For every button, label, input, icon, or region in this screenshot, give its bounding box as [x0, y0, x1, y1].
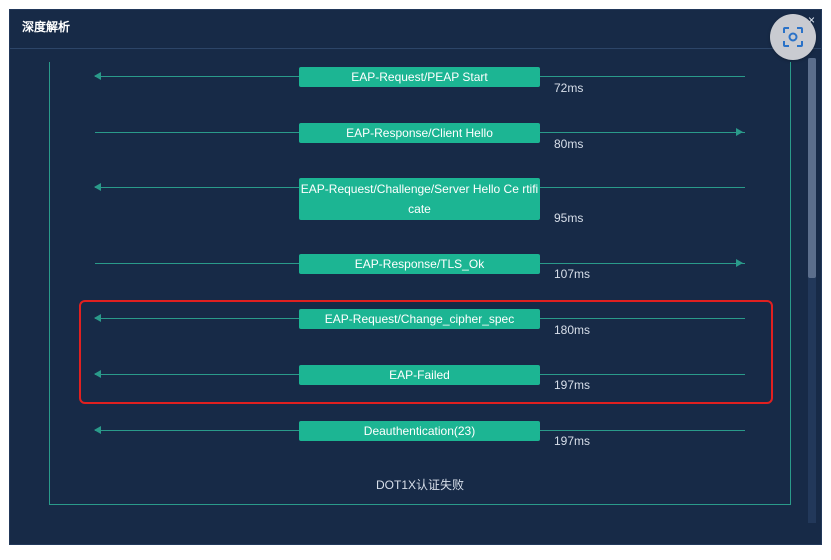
message-box: EAP-Request/Challenge/Server Hello Ce rt…: [299, 178, 540, 220]
message-time: 197ms: [554, 434, 591, 448]
message-box: Deauthentication(23): [299, 421, 540, 441]
title-divider: [10, 48, 821, 49]
arrow-right-icon: [736, 259, 743, 267]
message-box: EAP-Request/PEAP Start: [299, 67, 540, 87]
scrollbar-thumb[interactable]: [808, 58, 816, 278]
message-box: EAP-Response/Client Hello: [299, 123, 540, 143]
scan-icon-glyph: [783, 27, 803, 47]
message-time: 80ms: [554, 137, 584, 151]
dialog-title: 深度解析: [22, 20, 71, 34]
arrow-left-icon: [94, 183, 101, 191]
failure-highlight-box: [79, 300, 773, 404]
message-box: EAP-Response/TLS_Ok: [299, 254, 540, 274]
message-time: 72ms: [554, 81, 584, 95]
result-status: DOT1X认证失败: [375, 478, 464, 492]
message-time: 95ms: [554, 211, 584, 225]
message-time: 107ms: [554, 267, 591, 281]
arrow-left-icon: [94, 426, 101, 434]
scan-icon[interactable]: [770, 14, 816, 60]
arrow-left-icon: [94, 72, 101, 80]
arrow-right-icon: [736, 128, 743, 136]
